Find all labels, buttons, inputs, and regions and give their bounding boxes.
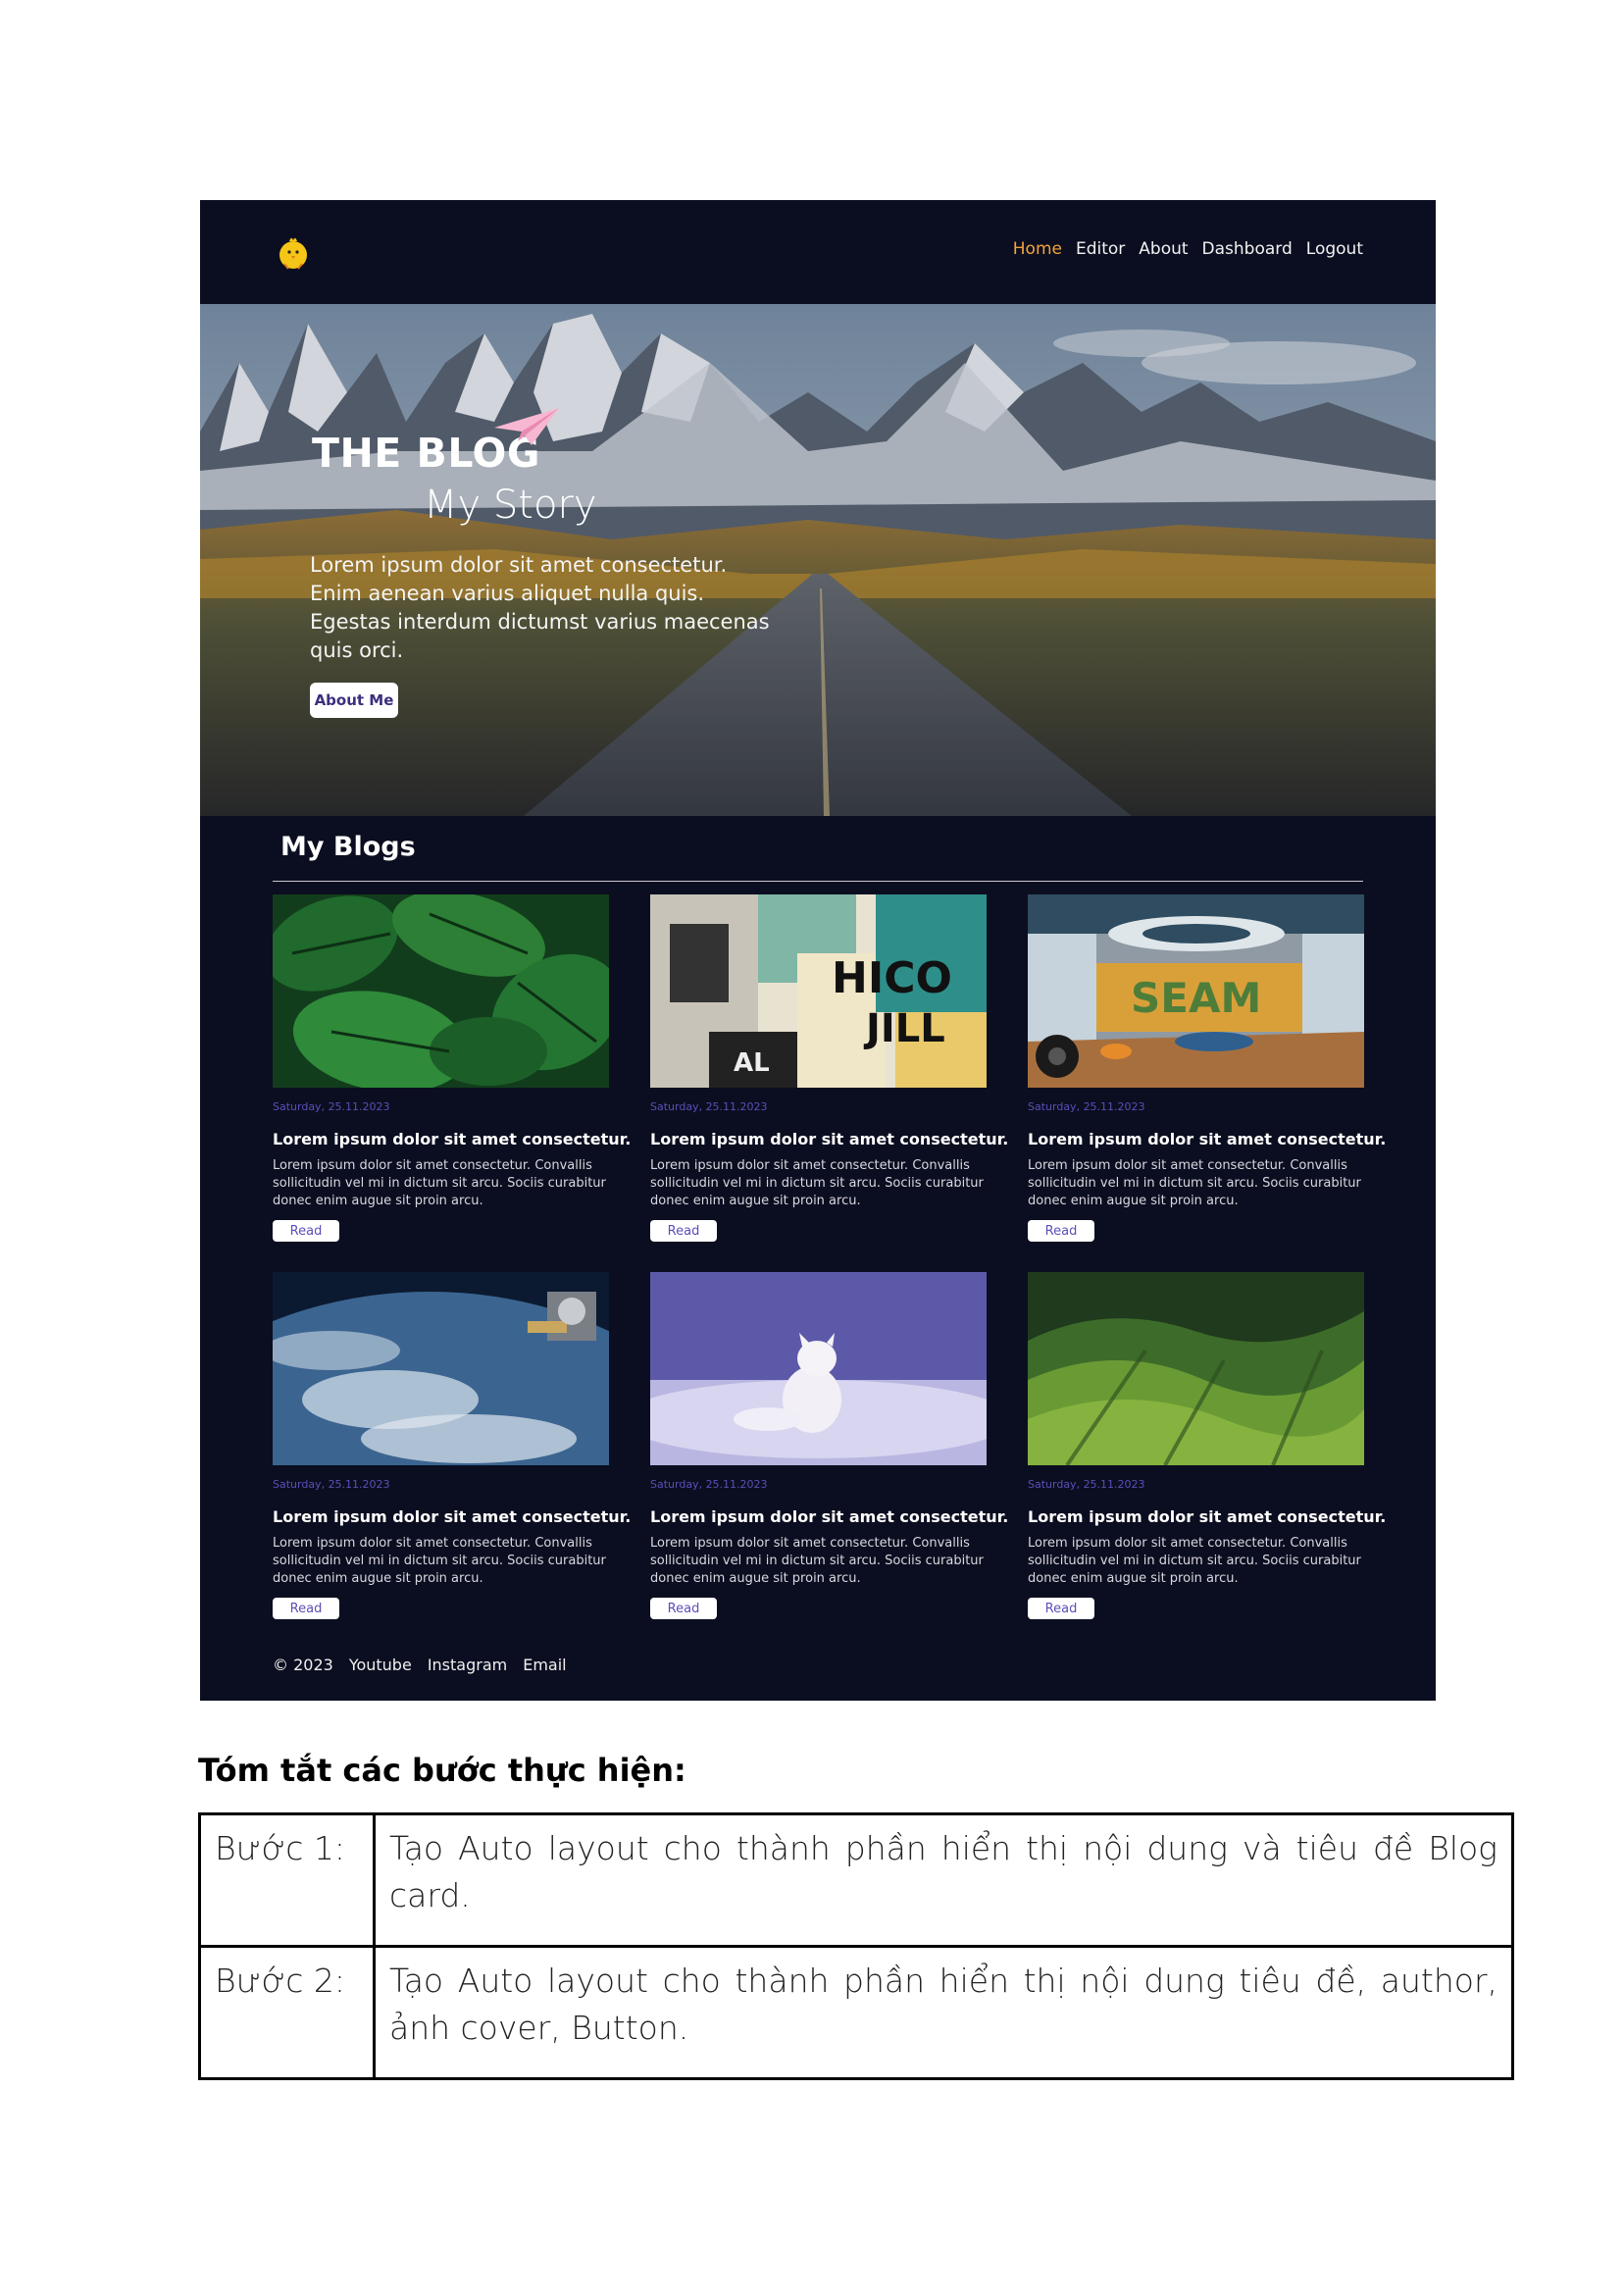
blog-card: HICO JILL AL Saturday, 25.11.2023 Lorem …: [650, 894, 1009, 1242]
svg-text:JILL: JILL: [863, 1006, 945, 1051]
nav-logout[interactable]: Logout: [1306, 239, 1363, 259]
step-label: Bước 1:: [198, 1812, 376, 1948]
step-row: Bước 2: Tạo Auto layout cho thành phần h…: [198, 1945, 1514, 2080]
card-title: Lorem ipsum dolor sit amet consectetur.: [1028, 1507, 1387, 1526]
torn-posters-image[interactable]: HICO JILL AL: [650, 894, 987, 1088]
blog-screenshot: Home Editor About Dashboard Logout THE B…: [200, 200, 1436, 1701]
read-button[interactable]: Read: [1028, 1220, 1094, 1242]
my-blogs-heading: My Blogs: [280, 832, 416, 862]
footer-instagram-link[interactable]: Instagram: [428, 1656, 507, 1674]
arctic-fox-image[interactable]: [650, 1272, 987, 1465]
monstera-leaves-image[interactable]: [273, 894, 609, 1088]
card-text: Lorem ipsum dolor sit amet consectetur. …: [650, 1536, 984, 1586]
svg-text:AL: AL: [734, 1048, 770, 1078]
step-row: Bước 1: Tạo Auto layout cho thành phần h…: [198, 1812, 1514, 1948]
nav-dashboard[interactable]: Dashboard: [1202, 239, 1293, 259]
card-date: Saturday, 25.11.2023: [650, 1100, 768, 1113]
hero-description: Lorem ipsum dolor sit amet consectetur. …: [310, 553, 770, 662]
read-button[interactable]: Read: [1028, 1598, 1094, 1619]
svg-text:SEAM: SEAM: [1131, 974, 1261, 1022]
nav-home[interactable]: Home: [1013, 239, 1062, 259]
card-date: Saturday, 25.11.2023: [650, 1478, 768, 1491]
card-date: Saturday, 25.11.2023: [1028, 1100, 1145, 1113]
footer-copyright: © 2023: [273, 1656, 333, 1674]
site-header: Home Editor About Dashboard Logout: [200, 200, 1436, 304]
blogs-divider: [273, 881, 1363, 882]
card-text: Lorem ipsum dolor sit amet consectetur. …: [273, 1158, 606, 1208]
step-text: Tạo Auto layout cho thành phần hiển thị …: [373, 1945, 1514, 2080]
blog-card: Saturday, 25.11.2023 Lorem ipsum dolor s…: [273, 1272, 632, 1619]
read-button[interactable]: Read: [650, 1220, 717, 1242]
nav-about[interactable]: About: [1139, 239, 1188, 259]
card-date: Saturday, 25.11.2023: [273, 1478, 390, 1491]
footer-youtube-link[interactable]: Youtube: [349, 1656, 412, 1674]
card-date: Saturday, 25.11.2023: [273, 1100, 390, 1113]
green-hills-image[interactable]: [1028, 1272, 1364, 1465]
blog-card: SEAM Saturday, 25.11.2023 Lorem ipsum do…: [1028, 894, 1387, 1242]
card-title: Lorem ipsum dolor sit amet consectetur.: [650, 1507, 1009, 1526]
blog-card: Saturday, 25.11.2023 Lorem ipsum dolor s…: [273, 894, 632, 1242]
card-text: Lorem ipsum dolor sit amet consectetur. …: [1028, 1158, 1361, 1208]
chick-logo-icon[interactable]: [277, 233, 310, 271]
steam-room-image[interactable]: SEAM: [1028, 894, 1364, 1088]
card-date: Saturday, 25.11.2023: [1028, 1478, 1145, 1491]
card-title: Lorem ipsum dolor sit amet consectetur.: [650, 1130, 1009, 1148]
step-text: Tạo Auto layout cho thành phần hiển thị …: [373, 1812, 1514, 1948]
card-text: Lorem ipsum dolor sit amet consectetur. …: [273, 1536, 606, 1586]
svg-text:HICO: HICO: [832, 953, 952, 1003]
site-footer: © 2023 Youtube Instagram Email: [273, 1656, 567, 1674]
blog-card: Saturday, 25.11.2023 Lorem ipsum dolor s…: [650, 1272, 1009, 1619]
main-nav: Home Editor About Dashboard Logout: [1013, 239, 1363, 259]
card-text: Lorem ipsum dolor sit amet consectetur. …: [650, 1158, 984, 1208]
steps-table: Bước 1: Tạo Auto layout cho thành phần h…: [198, 1812, 1514, 2080]
about-me-button[interactable]: About Me: [310, 683, 398, 718]
paper-plane-icon: [494, 408, 559, 445]
card-text: Lorem ipsum dolor sit amet consectetur. …: [1028, 1536, 1361, 1586]
earth-from-space-image[interactable]: [273, 1272, 609, 1465]
blog-card: Saturday, 25.11.2023 Lorem ipsum dolor s…: [1028, 1272, 1387, 1619]
nav-editor[interactable]: Editor: [1076, 239, 1125, 259]
read-button[interactable]: Read: [273, 1598, 339, 1619]
footer-email-link[interactable]: Email: [523, 1656, 566, 1674]
card-title: Lorem ipsum dolor sit amet consectetur.: [1028, 1130, 1387, 1148]
step-label: Bước 2:: [198, 1945, 376, 2080]
read-button[interactable]: Read: [273, 1220, 339, 1242]
card-title: Lorem ipsum dolor sit amet consectetur.: [273, 1507, 632, 1526]
hero-subtitle: My Story: [424, 483, 597, 528]
read-button[interactable]: Read: [650, 1598, 717, 1619]
summary-heading: Tóm tắt các bước thực hiện:: [198, 1752, 686, 1789]
hero-banner: THE BLOG My Story Lorem ipsum dolor sit …: [200, 304, 1436, 816]
card-title: Lorem ipsum dolor sit amet consectetur.: [273, 1130, 632, 1148]
